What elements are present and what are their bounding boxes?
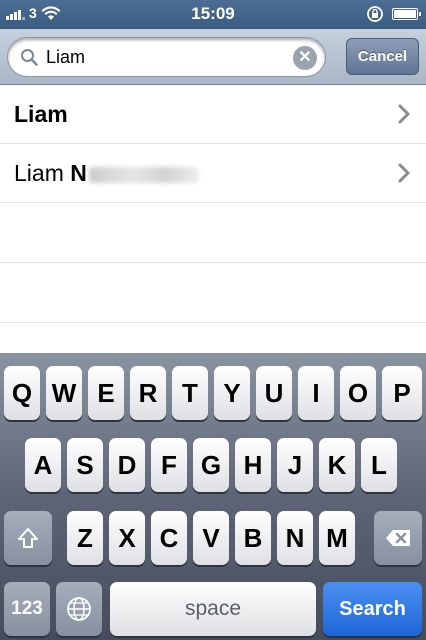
globe-key[interactable] xyxy=(56,582,102,636)
keyboard: Q W E R T Y U I O P A S D F G H J K L Z … xyxy=(0,353,426,640)
key-i[interactable]: I xyxy=(298,366,334,420)
result-first-name: Liam xyxy=(14,160,64,186)
clear-search-icon[interactable]: ✕ xyxy=(293,46,317,70)
status-bar: 3 15:09 xyxy=(0,0,426,29)
key-p[interactable]: P xyxy=(382,366,422,420)
cancel-button[interactable]: Cancel xyxy=(346,38,419,75)
search-bar: ✕ Cancel xyxy=(0,29,426,85)
space-key[interactable]: space xyxy=(110,582,316,636)
key-r[interactable]: R xyxy=(130,366,166,420)
key-o[interactable]: O xyxy=(340,366,376,420)
search-icon xyxy=(21,49,38,66)
key-a[interactable]: A xyxy=(25,438,61,492)
shift-key[interactable] xyxy=(4,511,52,565)
key-s[interactable]: S xyxy=(67,438,103,492)
clock: 15:09 xyxy=(191,4,235,23)
backspace-icon xyxy=(386,530,410,546)
key-e[interactable]: E xyxy=(88,366,124,420)
result-label: Liam xyxy=(14,101,68,127)
key-l[interactable]: L xyxy=(361,438,397,492)
rotation-lock-icon xyxy=(367,6,383,22)
key-q[interactable]: Q xyxy=(4,366,40,420)
key-d[interactable]: D xyxy=(109,438,145,492)
key-f[interactable]: F xyxy=(151,438,187,492)
chevron-right-icon xyxy=(398,163,410,183)
result-row-liam[interactable]: Liam xyxy=(0,85,426,144)
key-t[interactable]: T xyxy=(172,366,208,420)
search-input[interactable] xyxy=(46,44,286,70)
shift-icon xyxy=(18,528,38,548)
key-y[interactable]: Y xyxy=(214,366,250,420)
key-j[interactable]: J xyxy=(277,438,313,492)
empty-row xyxy=(0,203,426,263)
key-h[interactable]: H xyxy=(235,438,271,492)
chevron-right-icon xyxy=(398,104,410,124)
key-z[interactable]: Z xyxy=(67,511,103,565)
key-m[interactable]: M xyxy=(319,511,355,565)
search-key[interactable]: Search xyxy=(323,582,422,636)
redacted-surname xyxy=(88,166,199,183)
key-w[interactable]: W xyxy=(46,366,82,420)
search-results: Liam Liam N xyxy=(0,85,426,353)
result-row-liam-n[interactable]: Liam N xyxy=(0,144,426,203)
numbers-key[interactable]: 123 xyxy=(4,582,50,636)
key-c[interactable]: C xyxy=(151,511,187,565)
empty-row xyxy=(0,263,426,323)
key-b[interactable]: B xyxy=(235,511,271,565)
key-k[interactable]: K xyxy=(319,438,355,492)
globe-icon xyxy=(67,597,91,621)
key-x[interactable]: X xyxy=(109,511,145,565)
delete-key[interactable] xyxy=(374,511,422,565)
key-g[interactable]: G xyxy=(193,438,229,492)
status-icons xyxy=(366,5,421,23)
result-label: Liam N xyxy=(14,160,199,187)
result-last-initial: N xyxy=(70,160,87,186)
key-u[interactable]: U xyxy=(256,366,292,420)
key-v[interactable]: V xyxy=(193,511,229,565)
key-n[interactable]: N xyxy=(277,511,313,565)
battery-icon xyxy=(392,8,421,20)
search-field[interactable]: ✕ xyxy=(7,37,326,77)
